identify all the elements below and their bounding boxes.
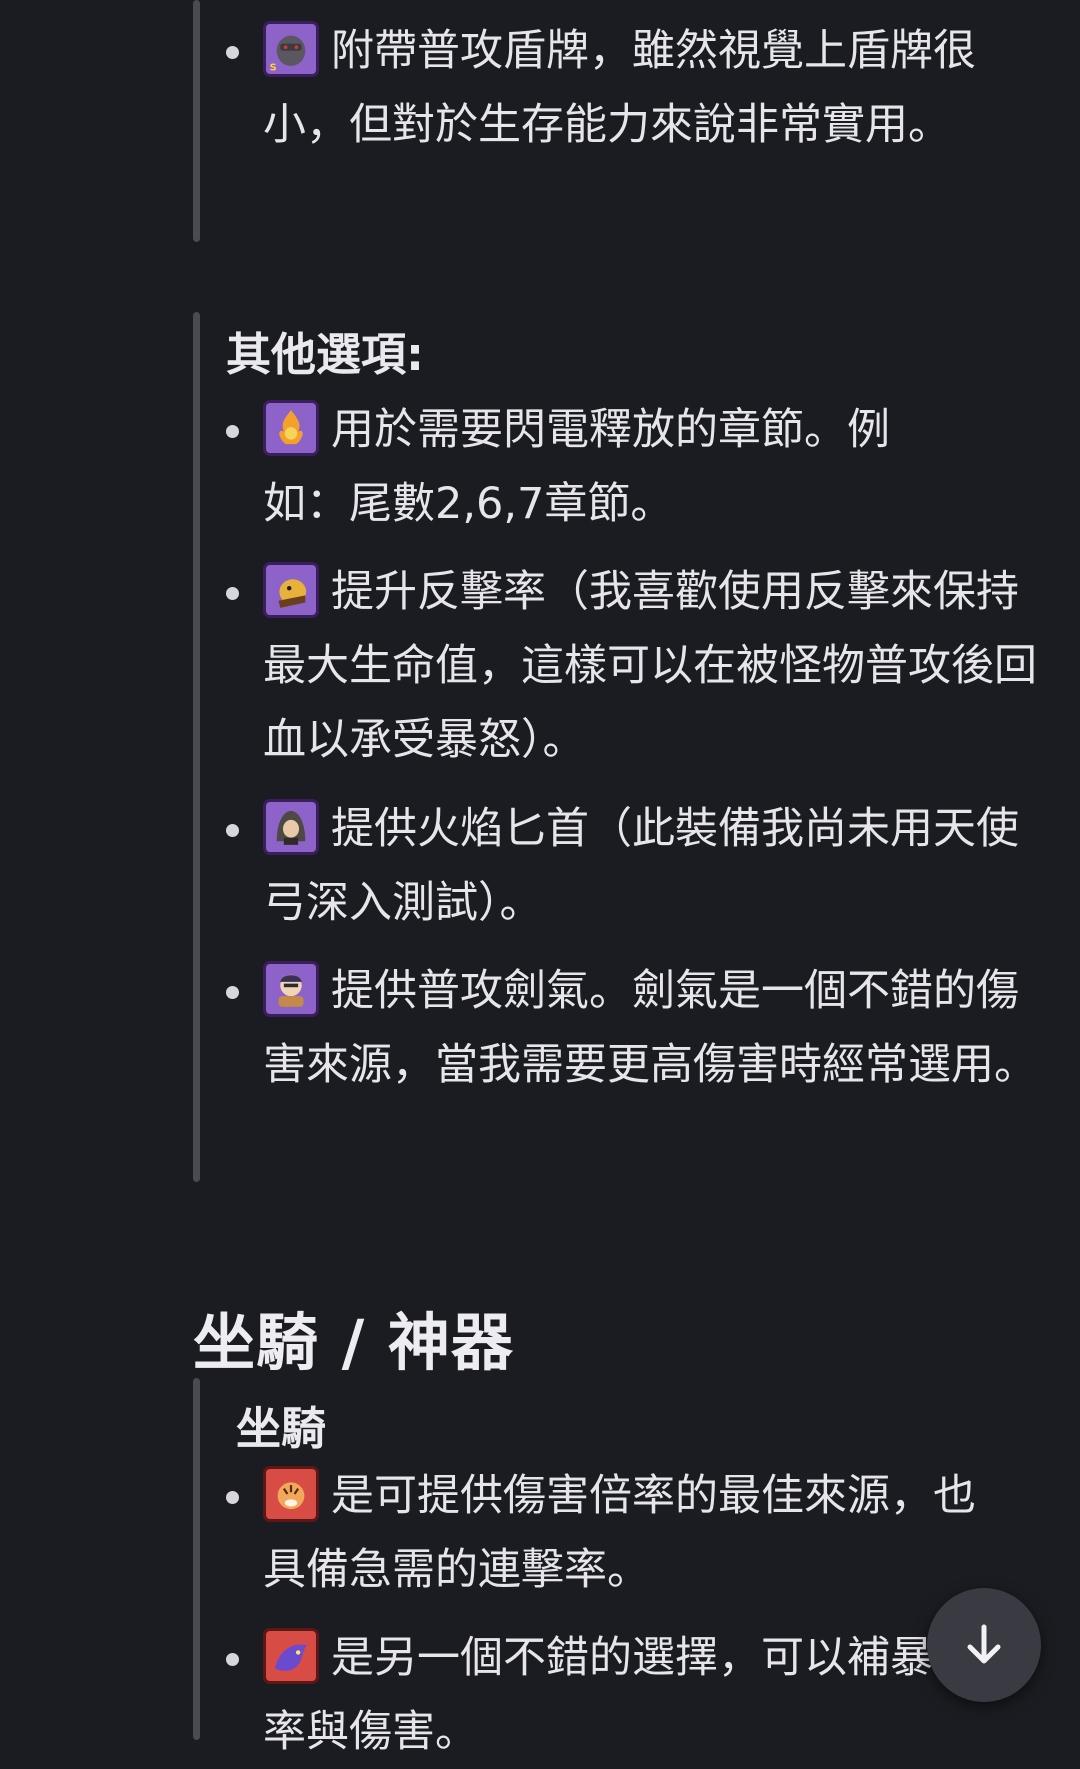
badge-label: S — [270, 62, 277, 73]
caveman-icon — [263, 961, 319, 1017]
list-item: S 附帶普攻盾牌，雖然視覺上盾牌很小，但對於生存能力來說非常實用。 — [226, 14, 1036, 162]
blockquote-rail-mounts — [193, 1378, 200, 1740]
list-item: 提升反擊率（我喜歡使用反擊來保持最大生命值，這樣可以在被怪物普攻後回血以承受暴怒… — [226, 555, 1037, 777]
bullet-dot — [226, 1653, 239, 1666]
mounts-subheading: 坐騎 — [236, 1402, 327, 1455]
bullet-dot — [226, 46, 239, 59]
list-item: 是可提供傷害倍率的最佳來源，也具備急需的連擊率。 — [226, 1459, 1036, 1607]
item-text: 附帶普攻盾牌，雖然視覺上盾牌很小，但對於生存能力來說非常實用。 — [263, 26, 976, 150]
other-options-heading: 其他選項: — [226, 328, 424, 381]
scroll-to-bottom-button[interactable] — [927, 1588, 1041, 1702]
blockquote-rail-intro — [193, 0, 200, 242]
item-text: 用於需要閃電釋放的章節。例如：尾數2,6,7章節。 — [263, 405, 890, 529]
hooded-ghoul-icon — [263, 799, 319, 855]
list-item: 是另一個不錯的選擇，可以補暴擊率與傷害。 — [226, 1621, 1036, 1769]
item-text: 提升反擊率（我喜歡使用反擊來保持最大生命值，這樣可以在被怪物普攻後回血以承受暴怒… — [263, 567, 1037, 765]
item-text: 提供火焰匕首（此裝備我尚未用天使弓深入測試）。 — [263, 804, 1019, 928]
list-item: 用於需要閃電釋放的章節。例如：尾數2,6,7章節。 — [226, 393, 1036, 541]
bullet-dot — [226, 1491, 239, 1504]
yellow-beast-icon — [263, 562, 319, 618]
tiger-mount-icon — [263, 1466, 319, 1522]
bullet-dot — [226, 425, 239, 438]
bullet-dot — [226, 587, 239, 600]
bullet-dot — [226, 986, 239, 999]
purple-dragon-mount-icon — [263, 1628, 319, 1684]
blockquote-rail-other-options — [193, 312, 200, 1182]
flame-spirit-icon — [263, 400, 319, 456]
list-item: 提供火焰匕首（此裝備我尚未用天使弓深入測試）。 — [226, 792, 1036, 940]
item-text: 提供普攻劍氣。劍氣是一個不錯的傷害來源，當我需要更高傷害時經常選用。 — [263, 966, 1037, 1090]
stone-golem-icon: S — [263, 21, 319, 77]
list-item: 提供普攻劍氣。劍氣是一個不錯的傷害來源，當我需要更高傷害時經常選用。 — [226, 954, 1037, 1102]
item-text: 是可提供傷害倍率的最佳來源，也具備急需的連擊率。 — [263, 1471, 976, 1595]
item-text: 是另一個不錯的選擇，可以補暴擊率與傷害。 — [263, 1633, 976, 1757]
arrow-down-icon — [967, 1624, 1001, 1664]
section-title: 坐騎 / 神器 — [193, 1306, 514, 1379]
bullet-dot — [226, 824, 239, 837]
